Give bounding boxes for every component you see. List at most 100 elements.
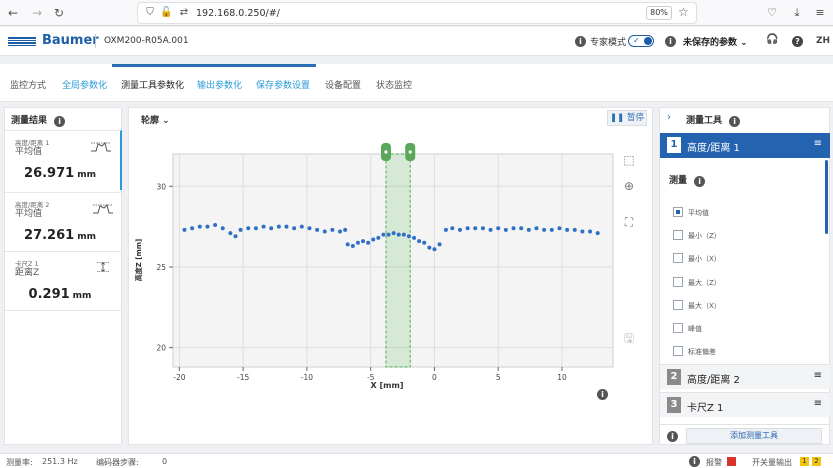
roi-handle[interactable] (405, 143, 416, 161)
add-region-icon[interactable]: ⊕ (621, 178, 637, 194)
checkbox[interactable] (673, 300, 683, 310)
checkbox[interactable] (673, 253, 683, 263)
info-icon[interactable]: i (694, 176, 706, 187)
profile-point (205, 224, 210, 229)
profile-point (338, 229, 343, 234)
tab-output-params[interactable]: 输出参数化 (197, 78, 242, 91)
info-icon[interactable]: i (665, 36, 676, 47)
add-tool-button[interactable]: 添加测量工具 (686, 428, 822, 444)
help-icon[interactable]: ? (792, 36, 803, 47)
x-axis-label: X [mm] (371, 381, 404, 390)
alarm-label: 报警 (706, 458, 722, 467)
lock-warning-icon[interactable]: 🔓 (160, 7, 172, 19)
checkbox[interactable] (673, 346, 683, 356)
info-icon[interactable]: i (54, 116, 66, 127)
tool-number: 1 (667, 137, 681, 153)
profile-select[interactable]: 轮廓 ⌄ (141, 113, 170, 126)
tab-status[interactable]: 状态监控 (376, 78, 412, 91)
option-label: 最大（Z） (688, 279, 721, 287)
profile-point (401, 232, 406, 237)
profile-point (220, 226, 225, 231)
info-icon[interactable]: i (597, 389, 608, 400)
pause-button[interactable]: ❚❚ 暂停 (607, 110, 647, 126)
roi-box[interactable] (385, 153, 411, 368)
pocket-icon[interactable]: ♡ (764, 5, 780, 21)
checkbox[interactable] (673, 230, 683, 240)
profile-point (276, 224, 281, 229)
pause-label: 暂停 (626, 113, 644, 123)
info-icon[interactable]: i (729, 116, 741, 127)
shield-icon[interactable]: ⛉ (144, 7, 156, 19)
status-bar: 测量率: 251.3 Hz 编码器步骤: 0 i 报警 开关量输出 1 2 (0, 453, 833, 468)
download-icon[interactable]: ⤓ (789, 5, 805, 21)
fit-view-icon[interactable]: ⛶ (621, 214, 637, 230)
roi-handle[interactable] (380, 143, 391, 161)
reload-button[interactable]: ↻ (50, 4, 68, 22)
result-card-2[interactable]: 高度/距离 2 平均值 27.261 mm (5, 192, 122, 252)
tab-device-config[interactable]: 设备配置 (325, 78, 361, 91)
select-region-icon[interactable]: ⬚ (621, 152, 637, 168)
roi-region[interactable] (380, 143, 416, 368)
checkbox[interactable] (673, 277, 683, 287)
info-icon[interactable]: i (667, 431, 678, 442)
save-icon[interactable]: 🖫 (621, 330, 637, 346)
result-value-row: 27.261 mm (5, 228, 115, 243)
bookmark-star-icon[interactable]: ☆ (678, 5, 689, 19)
tab-tool-params[interactable]: 测量工具参数化 (121, 78, 184, 91)
result-card-1[interactable]: 高度/距离 1 平均值 26.971 mm (5, 130, 122, 190)
profile-point (549, 227, 554, 232)
profile-point (350, 243, 355, 248)
profile-point (465, 226, 470, 231)
back-button[interactable]: ← (4, 4, 22, 22)
option-label: 标准偏差 (688, 348, 716, 356)
results-panel: 测量结果 i 高度/距离 1 平均值 26.971 mm 高度/距离 2 平均值 … (4, 107, 122, 445)
permissions-icon[interactable]: ⇄ (178, 7, 190, 19)
expert-mode-toggle[interactable]: ✓ (628, 35, 654, 47)
unsaved-params-dropdown[interactable]: 未保存的参数 ⌄ (683, 35, 748, 48)
tool-item-3[interactable]: 3 卡尺Z 1 ≡ (660, 392, 830, 417)
info-icon[interactable]: i (689, 456, 700, 467)
profile-point (246, 226, 251, 231)
profile-point (361, 239, 366, 244)
chevron-right-icon[interactable]: › (667, 112, 671, 123)
hamburger-icon[interactable]: ≡ (814, 398, 822, 409)
tab-save-params[interactable]: 保存参数设置 (256, 78, 310, 91)
forward-button[interactable]: → (28, 4, 46, 22)
tool-item-1[interactable]: 1 高度/距离 1 ≡ (660, 133, 830, 158)
profile-point (284, 224, 289, 229)
tab-monitoring[interactable]: 监控方式 (10, 78, 46, 91)
url-text[interactable]: 192.168.0.250/#/ (196, 8, 280, 19)
tool-item-2[interactable]: 2 高度/距离 2 ≡ (660, 364, 830, 389)
profile-point (443, 227, 448, 232)
profile-point (427, 245, 432, 250)
checkbox[interactable] (673, 207, 683, 217)
profile-point (381, 232, 386, 237)
profile-point (417, 239, 422, 244)
hamburger-icon[interactable]: ≡ (814, 138, 822, 149)
profile-point (473, 226, 478, 231)
zoom-level[interactable]: 80% (646, 6, 672, 20)
profile-chart[interactable]: -20 -15 -10 -5 0 5 10202530 X [mm] 高度Z [mm] (129, 108, 654, 446)
option-label: 峰值 (688, 325, 702, 333)
toggle-knob (644, 37, 652, 45)
profile-point (261, 224, 266, 229)
checkbox[interactable] (673, 323, 683, 333)
scrollbar[interactable] (825, 160, 828, 234)
profile-point (233, 234, 238, 239)
switch-output-1: 1 (800, 457, 809, 466)
hamburger-icon[interactable]: ≡ (814, 370, 822, 381)
language-button[interactable]: ZH (816, 36, 830, 46)
address-bar[interactable]: ⛉ 🔓 ⇄ 192.168.0.250/#/ 80% ☆ (137, 2, 697, 24)
profile-point (269, 226, 274, 231)
menu-icon[interactable]: ≡ (812, 5, 828, 21)
profile-point (595, 231, 600, 236)
profile-point (376, 235, 381, 240)
profile-point (292, 226, 297, 231)
device-name: OXM200-R05A.001 (104, 36, 189, 46)
profile-point (557, 226, 562, 231)
headset-icon[interactable]: 🎧 (766, 34, 778, 45)
info-icon[interactable]: i (575, 36, 586, 47)
result-card-3[interactable]: 卡尺Z 1 距离Z 0.291 mm (5, 251, 122, 311)
profile-label: 轮廓 (141, 116, 160, 126)
tab-global-params[interactable]: 全局参数化 (62, 78, 107, 91)
